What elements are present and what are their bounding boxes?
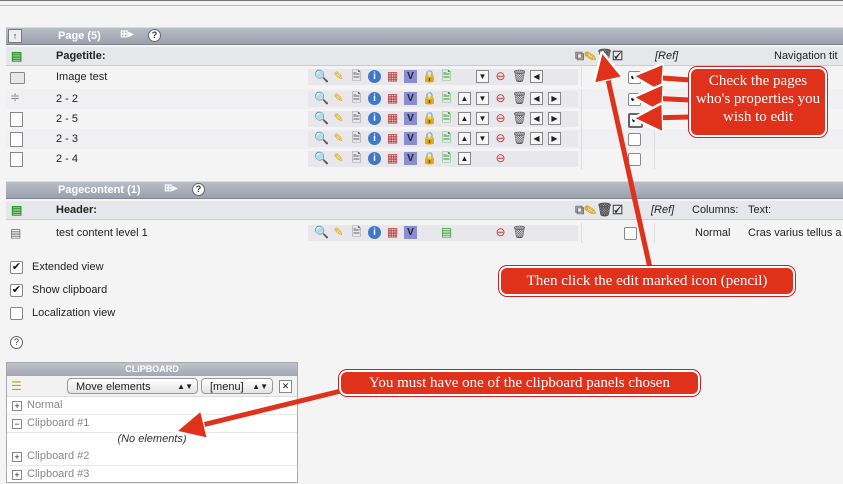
- callout-check-pages: Check the pages who's properties you wis…: [689, 67, 827, 137]
- callout-click-edit: Then click the edit marked icon (pencil): [499, 266, 795, 296]
- callout-clipboard-note: You must have one of the clipboard panel…: [339, 370, 700, 396]
- arrow-to-checkbox-2: [648, 98, 693, 100]
- arrow-to-pencil: [605, 66, 653, 271]
- arrow-to-checkbox-3: [648, 117, 693, 118]
- arrow-to-checkbox-1: [648, 77, 693, 80]
- arrow-to-clipboard: [190, 387, 348, 428]
